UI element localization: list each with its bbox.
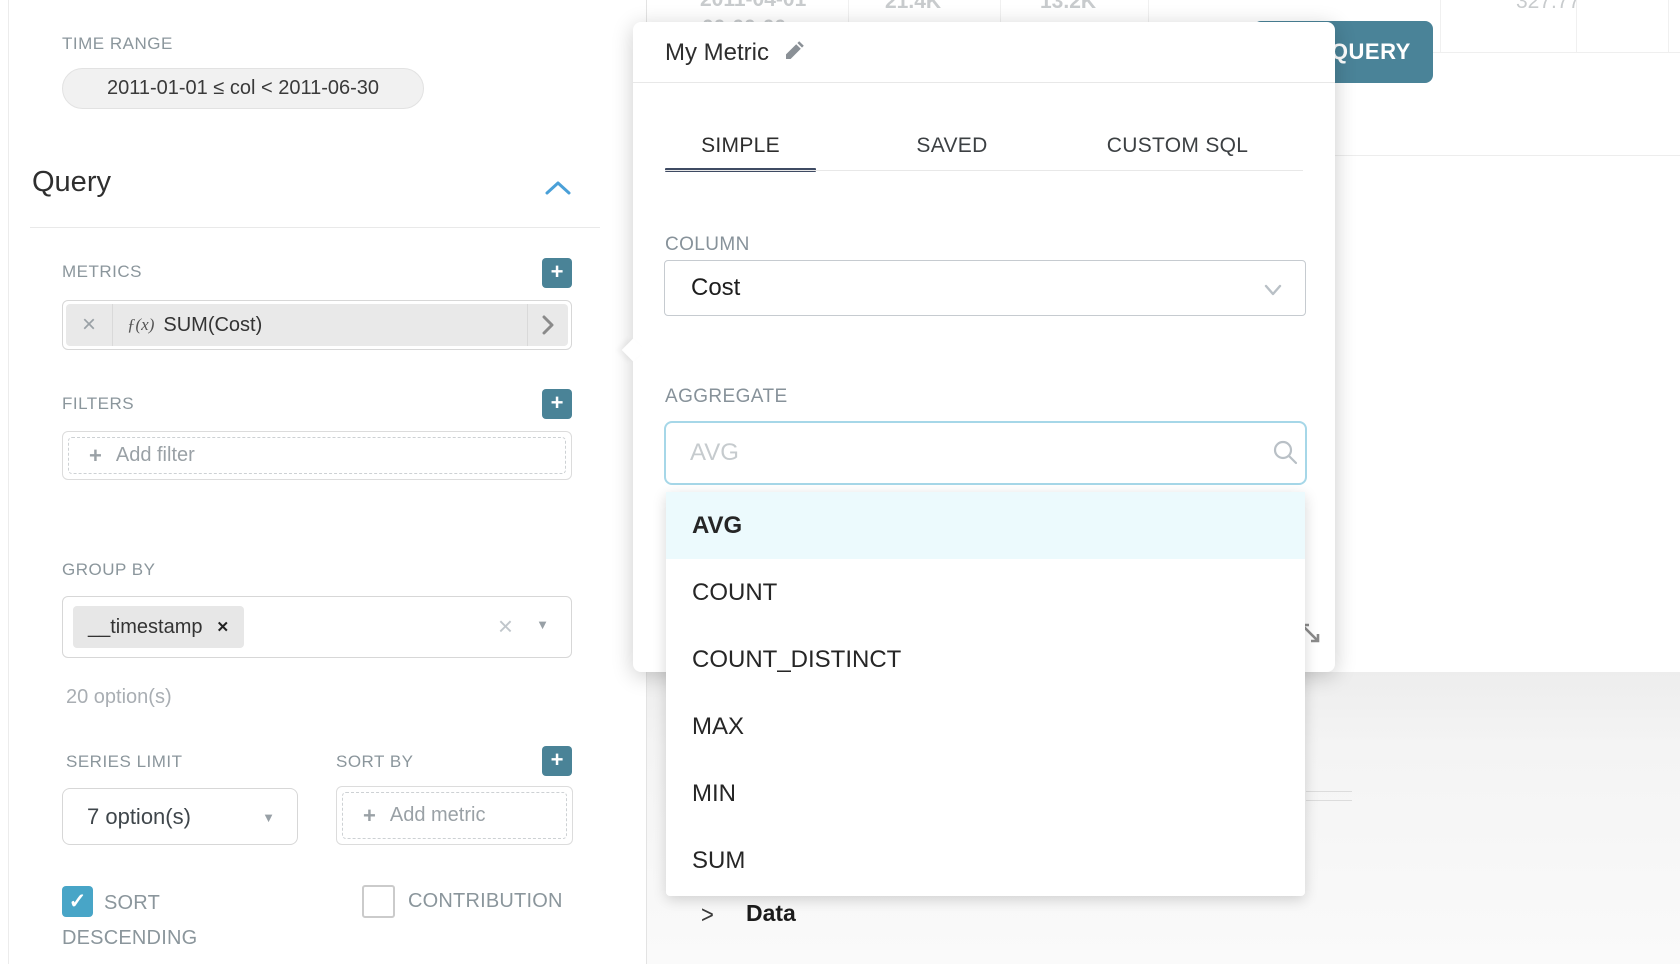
contribution-field: CONTRIBUTION xyxy=(362,884,563,919)
add-filter-dropzone[interactable]: Add filter xyxy=(62,431,572,480)
remove-metric-icon[interactable] xyxy=(66,311,112,339)
filters-label: FILTERS xyxy=(62,394,134,414)
contribution-label: CONTRIBUTION xyxy=(408,884,563,919)
sort-descending-field: SORT DESCENDING xyxy=(62,886,240,956)
check-icon xyxy=(69,895,87,912)
divider xyxy=(30,227,600,228)
tab-simple[interactable]: SIMPLE xyxy=(665,134,816,158)
series-limit-select[interactable]: 7 option(s) xyxy=(62,788,298,845)
tab-saved[interactable]: SAVED xyxy=(877,134,1027,158)
data-panel-title: Data xyxy=(746,900,796,927)
clear-select-icon[interactable] xyxy=(498,611,513,642)
table-cell-value: 21.4K xyxy=(885,0,941,14)
aggregate-options-dropdown: AVG COUNT COUNT_DISTINCT MAX MIN SUM xyxy=(666,492,1305,896)
remove-tag-icon[interactable] xyxy=(217,618,230,636)
sort-descending-checkbox[interactable] xyxy=(62,886,93,917)
series-limit-label: SERIES LIMIT xyxy=(66,752,183,772)
series-limit-value: 7 option(s) xyxy=(87,804,191,829)
plus-icon xyxy=(363,803,376,829)
table-grid-line xyxy=(1335,155,1680,156)
table-cell-date: 2011-04-01 xyxy=(700,0,806,12)
popover-arrow xyxy=(622,339,645,362)
time-range-filter[interactable]: 2011-01-01 ≤ col < 2011-06-30 xyxy=(62,68,424,109)
column-label: COLUMN xyxy=(665,234,750,256)
option-avg[interactable]: AVG xyxy=(666,492,1305,559)
group-by-select[interactable]: __timestamp xyxy=(62,596,572,658)
fx-icon: ƒ(x) xyxy=(127,315,154,335)
group-by-options-hint: 20 option(s) xyxy=(66,686,172,709)
group-by-tag[interactable]: __timestamp xyxy=(73,606,244,648)
panel-border xyxy=(8,0,9,964)
add-metric-button[interactable] xyxy=(542,258,572,288)
data-panel-expand-icon[interactable] xyxy=(701,900,714,930)
sort-by-label: SORT BY xyxy=(336,752,414,772)
metric-value: SUM(Cost) xyxy=(163,314,527,337)
column-select[interactable]: Cost xyxy=(664,260,1306,316)
time-range-label: TIME RANGE xyxy=(62,34,173,54)
option-min[interactable]: MIN xyxy=(666,760,1305,827)
contribution-checkbox[interactable] xyxy=(362,885,395,918)
divider xyxy=(665,170,1303,171)
tab-custom-sql[interactable]: CUSTOM SQL xyxy=(1095,134,1260,158)
search-icon xyxy=(1271,438,1299,471)
query-section-title: Query xyxy=(32,166,111,199)
column-value: Cost xyxy=(691,274,740,301)
plus-icon xyxy=(89,443,102,469)
aggregate-input[interactable] xyxy=(664,421,1307,485)
metric-open-icon[interactable] xyxy=(528,315,568,335)
add-filter-button[interactable] xyxy=(542,389,572,419)
divider xyxy=(1306,791,1352,792)
divider xyxy=(1306,800,1352,801)
metrics-label: METRICS xyxy=(62,262,142,282)
add-metric-text: Add metric xyxy=(390,804,486,827)
option-count-distinct[interactable]: COUNT_DISTINCT xyxy=(666,626,1305,693)
explore-chart-view: 2011-04-01 00:00:00 21.4K 13.2K 327.77 R… xyxy=(0,0,1680,964)
chevron-down-icon xyxy=(262,790,275,845)
chevron-up-icon[interactable] xyxy=(543,176,573,202)
table-cell-value: 13.2K xyxy=(1040,0,1096,14)
chevron-down-icon[interactable] xyxy=(536,617,549,632)
table-grid-line xyxy=(1576,0,1577,52)
table-grid-line xyxy=(1440,0,1441,52)
sort-by-dropzone[interactable]: Add metric xyxy=(336,786,573,845)
table-cell-value: 327.77 xyxy=(1516,0,1580,14)
table-grid-line xyxy=(1668,0,1669,52)
metric-pill[interactable]: ƒ(x) SUM(Cost) xyxy=(66,304,568,346)
option-max[interactable]: MAX xyxy=(666,693,1305,760)
metric-field[interactable]: ƒ(x) SUM(Cost) xyxy=(62,300,572,350)
option-sum[interactable]: SUM xyxy=(666,827,1305,894)
aggregate-label: AGGREGATE xyxy=(665,386,788,408)
group-by-tag-label: __timestamp xyxy=(88,616,203,639)
group-by-label: GROUP BY xyxy=(62,560,155,580)
add-filter-text: Add filter xyxy=(116,444,195,467)
divider xyxy=(633,82,1335,83)
divider xyxy=(112,304,113,346)
add-sort-metric-button[interactable] xyxy=(542,746,572,776)
edit-pencil-icon[interactable] xyxy=(783,38,807,67)
metric-name: My Metric xyxy=(665,39,769,67)
chevron-down-icon xyxy=(1261,278,1285,302)
option-count[interactable]: COUNT xyxy=(666,559,1305,626)
